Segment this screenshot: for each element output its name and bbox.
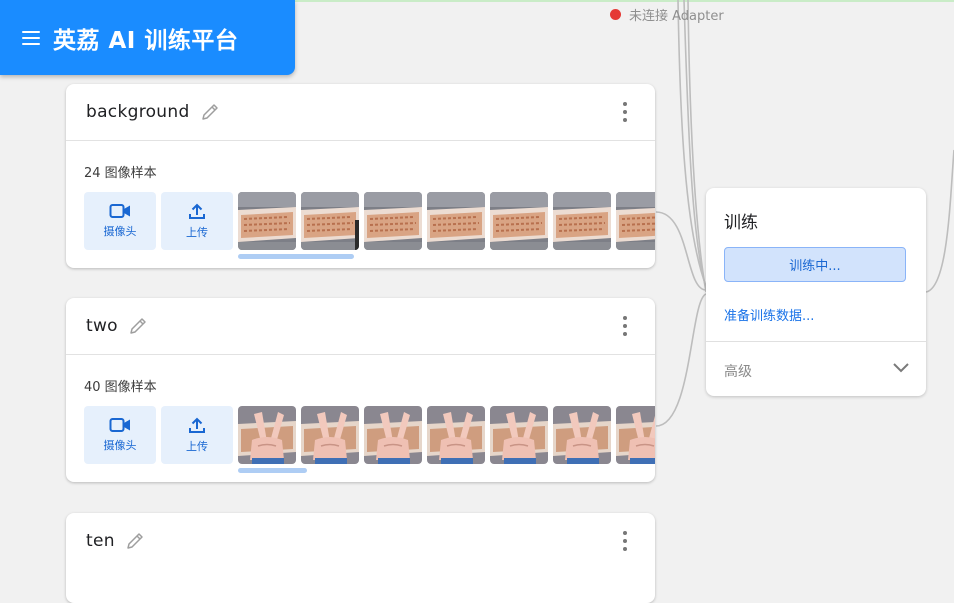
app-title: 英荔 AI 训练平台: [53, 27, 239, 54]
class-card-ten: ten: [66, 513, 655, 603]
pencil-icon[interactable]: [128, 316, 148, 336]
sample-image: [490, 192, 548, 250]
train-button[interactable]: 训练中...: [724, 247, 906, 282]
thumbnail-scrollbar[interactable]: [238, 254, 354, 259]
video-camera-icon: [109, 418, 130, 432]
sample-thumbnail[interactable]: [364, 406, 422, 464]
sample-thumbnail[interactable]: [427, 192, 485, 250]
more-options-icon[interactable]: [617, 316, 633, 336]
upload-icon: [189, 417, 205, 433]
camera-button[interactable]: 摄像头: [84, 406, 156, 464]
class-name: background: [86, 102, 190, 122]
sample-thumbnail[interactable]: [427, 406, 485, 464]
more-options-icon[interactable]: [617, 102, 633, 122]
camera-label: 摄像头: [103, 439, 137, 452]
sample-image: [301, 192, 359, 250]
panel-divider: [706, 341, 926, 342]
advanced-label[interactable]: 高级: [724, 361, 752, 381]
thumbnail-strip[interactable]: [238, 192, 655, 250]
sample-image: [616, 192, 655, 250]
upload-icon: [189, 203, 205, 219]
class-name: two: [86, 316, 118, 336]
sample-image: [427, 406, 485, 464]
sample-thumbnail[interactable]: [238, 192, 296, 250]
video-camera-icon: [109, 204, 130, 218]
sample-thumbnail[interactable]: [616, 192, 655, 250]
train-title: 训练: [724, 213, 758, 233]
camera-label: 摄像头: [103, 225, 137, 238]
sample-image: [553, 192, 611, 250]
sample-image: [427, 192, 485, 250]
sample-thumbnail[interactable]: [616, 406, 655, 464]
train-panel: 训练 训练中... 准备训练数据... 高级: [706, 188, 926, 396]
sample-image: [301, 406, 359, 464]
class-card-two: two 40 图像样本 摄像头 上传: [66, 298, 655, 482]
sample-count: 40 图像样本: [84, 380, 157, 395]
upload-label: 上传: [186, 440, 208, 453]
class-card-background: background 24 图像样本 摄像头 上传: [66, 84, 655, 268]
upload-button[interactable]: 上传: [161, 192, 233, 250]
class-name: ten: [86, 531, 115, 551]
thumbnail-scrollbar[interactable]: [238, 468, 307, 473]
chevron-down-icon[interactable]: [892, 362, 910, 374]
sample-thumbnail[interactable]: [490, 406, 548, 464]
status-text: 未连接 Adapter: [629, 9, 724, 24]
sample-image: [238, 406, 296, 464]
sample-image: [364, 406, 422, 464]
upload-label: 上传: [186, 226, 208, 239]
sample-thumbnail[interactable]: [301, 192, 359, 250]
connection-status: 未连接 Adapter: [610, 5, 724, 24]
pencil-icon[interactable]: [200, 102, 220, 122]
sample-image: [553, 406, 611, 464]
upload-button[interactable]: 上传: [161, 406, 233, 464]
sample-thumbnail[interactable]: [553, 192, 611, 250]
card-header: two: [66, 298, 655, 355]
status-dot-icon: [610, 9, 621, 20]
sample-thumbnail[interactable]: [364, 192, 422, 250]
sample-count: 24 图像样本: [84, 166, 157, 181]
sample-thumbnail[interactable]: [301, 406, 359, 464]
pencil-icon[interactable]: [125, 531, 145, 551]
camera-button[interactable]: 摄像头: [84, 192, 156, 250]
sample-image: [238, 192, 296, 250]
sample-image: [490, 406, 548, 464]
app-header: 英荔 AI 训练平台: [0, 0, 295, 75]
more-options-icon[interactable]: [617, 531, 633, 551]
sample-image: [364, 192, 422, 250]
sample-thumbnail[interactable]: [553, 406, 611, 464]
prepare-data-link[interactable]: 准备训练数据...: [724, 305, 814, 324]
sample-thumbnail[interactable]: [490, 192, 548, 250]
thumbnail-strip[interactable]: [238, 406, 655, 464]
sample-image: [616, 406, 655, 464]
menu-icon[interactable]: [22, 30, 40, 45]
sample-thumbnail[interactable]: [238, 406, 296, 464]
card-header: background: [66, 84, 655, 141]
